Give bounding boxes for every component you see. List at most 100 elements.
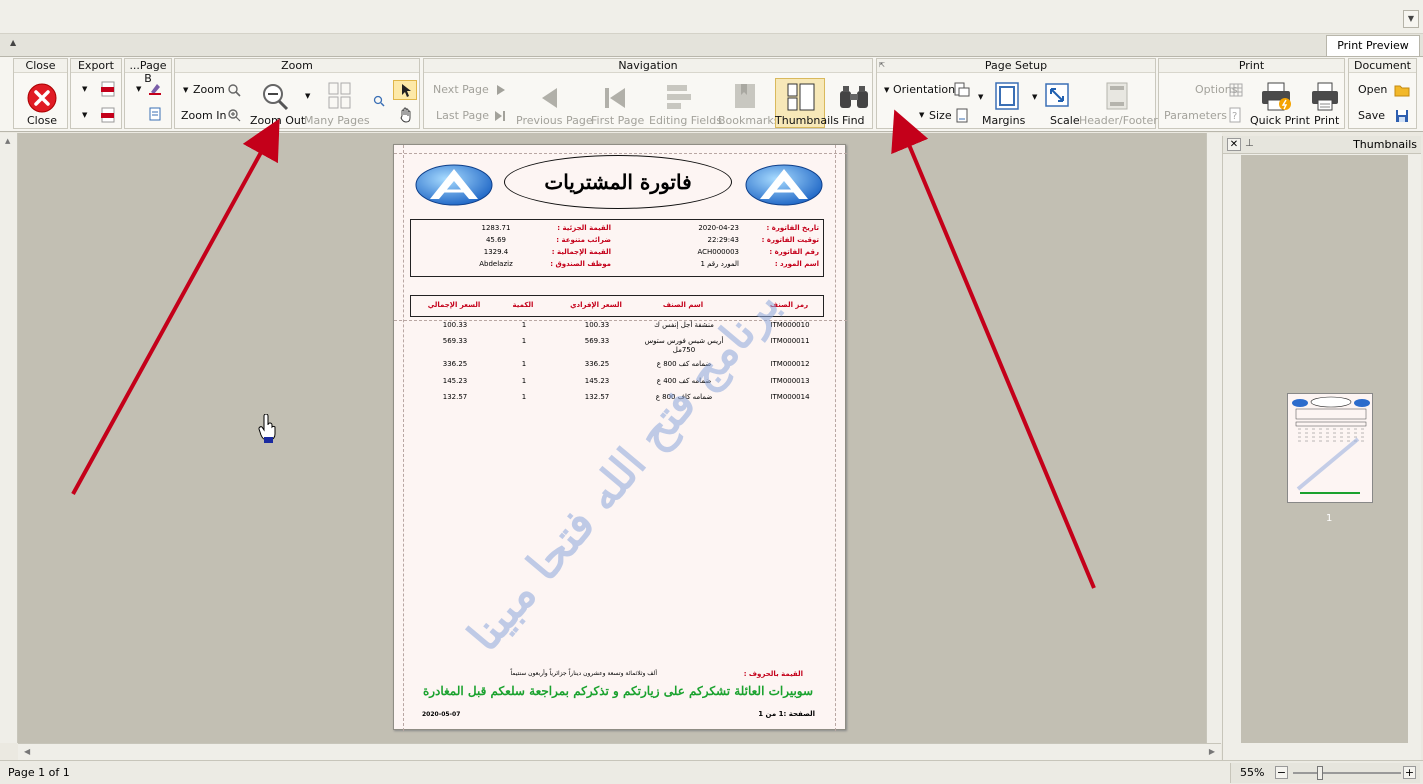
info-row: اسم المورد : المورد رقم 1 [619,258,819,270]
next-page-icon[interactable] [496,85,506,95]
zoom-plus-icon[interactable]: + [1403,766,1416,779]
margins-dropdown-icon[interactable]: ▼ [978,93,983,101]
first-page-icon[interactable] [604,87,626,109]
export-pdf-dropdown-icon[interactable]: ▼ [82,85,87,93]
horizontal-scrollbar[interactable]: ◀ ▶ [18,743,1221,760]
group-export-title: Export [71,59,121,73]
close-panel-icon[interactable]: ✕ [1227,138,1241,151]
document-page[interactable]: فاتورة المشتريات تاريخ الفاتورة : 2020-04… [393,144,847,731]
thanks-message: سوبيرات العائلة تشكركم على زيارتكم و تذك… [422,684,814,698]
last-page-button[interactable]: Last Page [436,109,489,122]
parameters-icon[interactable]: ? [1229,107,1241,123]
many-pages-icon[interactable] [328,82,352,110]
find-button[interactable]: Find [842,114,865,127]
cell-qty: 1 [521,321,527,329]
header-footer-button[interactable]: Header/Footer [1079,114,1158,127]
margins-button[interactable]: Margins [982,114,1025,127]
zoom-out-button[interactable]: Zoom Out [250,114,305,127]
hand-tool-icon[interactable] [399,107,413,123]
zoom-dropdown-icon[interactable]: ▼ [183,86,188,94]
open-folder-icon[interactable] [1394,83,1410,97]
export-file-dropdown-icon[interactable]: ▼ [82,111,87,119]
group-export: Export ▼ ▼ [70,58,122,129]
scroll-up-icon[interactable]: ▲ [5,137,10,145]
amount-words: ألف وثلاثمائة وتسعة وعشرون ديناراً جزائر… [510,670,657,677]
header-footer-icon[interactable] [1105,82,1129,110]
zoom-slider-thumb[interactable] [1317,766,1323,780]
tab-print-preview[interactable]: Print Preview [1326,35,1420,57]
bookmarks-button[interactable]: Bookmarks [718,114,779,127]
scroll-right-icon[interactable]: ▶ [1209,747,1215,756]
pin-panel-icon[interactable]: ⊥ [1245,138,1254,149]
page-setup-launcher-icon[interactable]: ⇱ [879,61,885,69]
editing-fields-icon[interactable] [665,83,695,113]
info-row: تاريخ الفاتورة : 2020-04-23 [619,222,819,234]
scale-dropdown-icon[interactable]: ▼ [1032,93,1037,101]
find-binoculars-icon[interactable] [838,84,870,110]
page-color-icon[interactable] [148,81,162,95]
vertical-scrollbar[interactable] [1206,133,1222,743]
close-icon[interactable] [27,83,57,113]
orientation-button[interactable]: Orientation [893,83,955,96]
vertical-ruler: ▲ [0,133,18,743]
export-pdf-icon[interactable] [101,81,115,97]
bookmarks-icon[interactable] [733,83,757,111]
scale-button[interactable]: Scale [1050,114,1080,127]
size-button[interactable]: Size [929,109,952,122]
zoom-percent[interactable]: 55% [1240,766,1264,779]
size-dropdown-icon[interactable]: ▼ [919,111,924,119]
group-pageb-title: ...Page B [125,59,171,85]
amount-words-label-text: القيمة بالحروف : [743,670,803,678]
orientation-icon[interactable] [954,82,970,98]
parameters-button[interactable]: Parameters [1164,109,1227,122]
quick-access-dropdown-icon[interactable]: ▼ [1403,10,1419,28]
thumbnails-button[interactable]: Thumbnails [775,78,839,128]
save-disk-icon[interactable] [1395,109,1409,123]
editing-fields-button[interactable]: Editing Fields [649,114,722,127]
thumbnails-label: Thumbnails [775,114,839,127]
info-value: 45.69 [485,236,507,244]
previous-page-icon[interactable] [539,87,559,109]
group-print: Print Options Parameters ? Quick Print P… [1158,58,1345,129]
last-page-icon[interactable] [494,111,506,121]
thumbnails-panel-header: ✕ ⊥ Thumbnails [1223,136,1421,154]
zoom-in-button[interactable]: Zoom In [181,109,226,122]
save-button[interactable]: Save [1358,109,1385,122]
cell-unit-price: 569.33 [584,337,610,345]
zoom-icon[interactable] [227,83,241,97]
thumbnail-page-1[interactable] [1287,393,1373,503]
thumbnails-area[interactable]: 1 [1241,155,1408,743]
zoom-slider-track[interactable] [1293,772,1401,774]
margins-icon[interactable] [994,82,1020,110]
quick-print-button[interactable]: Quick Print [1250,114,1310,127]
open-button[interactable]: Open [1358,83,1387,96]
next-page-button[interactable]: Next Page [433,83,489,96]
scale-icon[interactable] [1044,82,1070,110]
print-icon[interactable] [1311,82,1339,112]
page-color-dropdown-icon[interactable]: ▼ [136,85,141,93]
many-pages-button[interactable]: Many Pages [304,114,370,127]
pointer-tool-button[interactable] [393,80,417,100]
options-icon[interactable] [1229,83,1243,97]
close-button[interactable]: Close [27,114,57,127]
zoom-button[interactable]: Zoom [193,83,225,96]
info-left-column: القيمة الجزئية : 1283.71 ضرائب متنوعة : 45… [431,222,611,270]
previous-page-button[interactable]: Previous Page [516,114,593,127]
print-button[interactable]: Print [1314,114,1339,127]
orientation-dropdown-icon[interactable]: ▼ [884,86,889,94]
thumb-vscroll[interactable] [1409,154,1421,760]
first-page-button[interactable]: First Page [591,114,644,127]
zoom-minus-icon[interactable]: − [1275,766,1288,779]
info-label: ضرائب متنوعة : [556,236,611,244]
collapse-ribbon-icon[interactable]: ▲ [10,38,16,47]
info-label: توقيت الفاتورة : [761,236,819,244]
many-pages-dropdown-icon[interactable]: ▼ [305,92,310,100]
zoom-in-icon[interactable] [227,108,241,122]
quick-print-icon[interactable] [1261,82,1291,112]
zoom-out-icon[interactable] [261,82,289,112]
scroll-left-icon[interactable]: ◀ [24,747,30,756]
size-icon[interactable] [955,108,969,124]
zoom-tool-icon[interactable] [373,95,385,107]
watermark-icon[interactable] [148,107,162,121]
export-file-icon[interactable] [101,107,115,123]
